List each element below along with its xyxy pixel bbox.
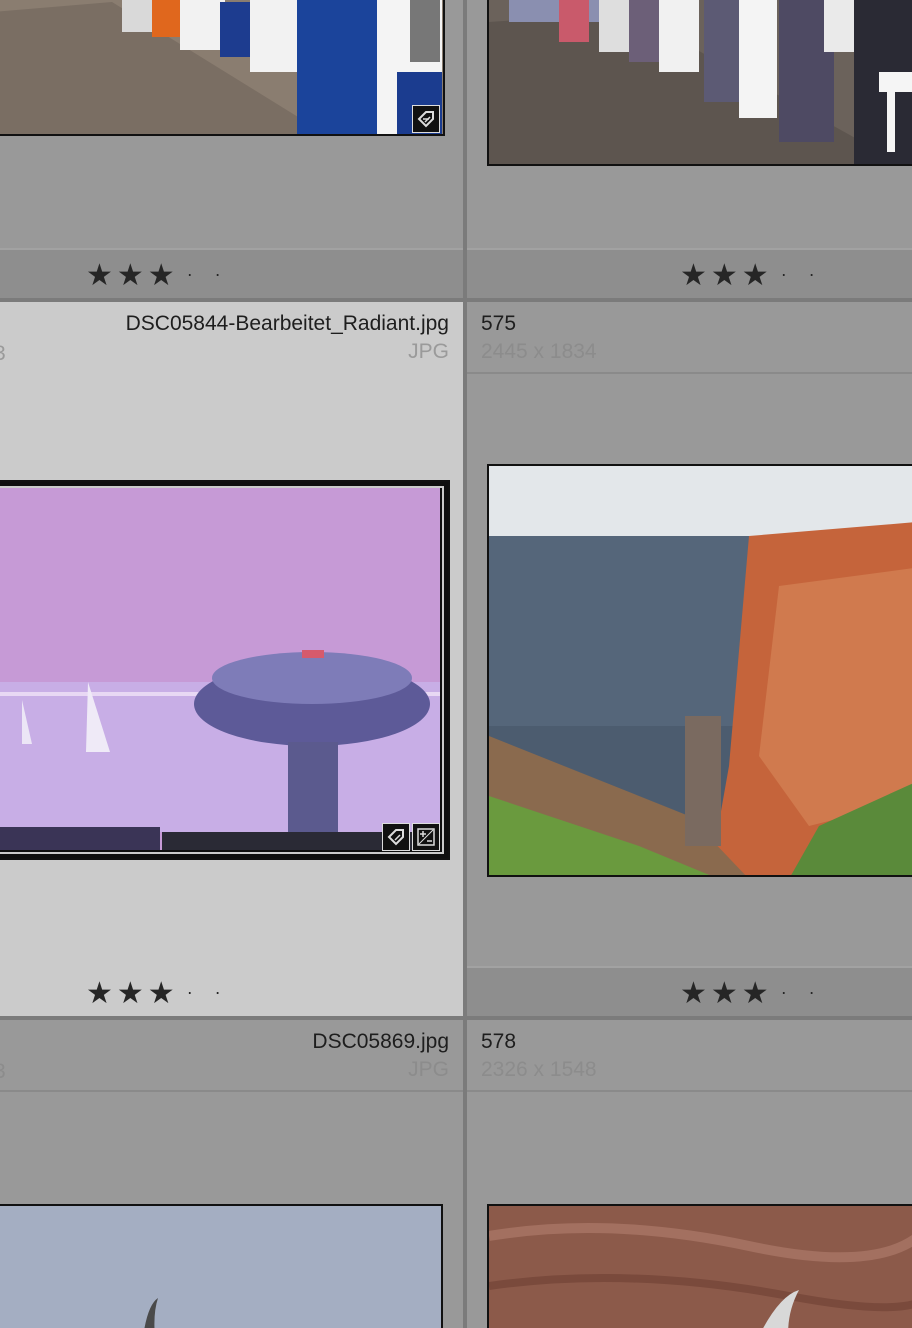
develop-adjusted-icon — [412, 823, 440, 851]
image-dimensions: 2326 x 1548 — [481, 1058, 597, 1081]
cell-index: 575 — [481, 312, 517, 335]
cell-footer: ★★★ ·· — [467, 966, 912, 1016]
star-rating[interactable]: ★★★ ·· — [86, 258, 243, 293]
star-rating[interactable]: ★★★ ·· — [680, 976, 837, 1011]
cell-footer: ★★★ ·· — [467, 248, 912, 298]
thumbnail-image[interactable] — [0, 1204, 443, 1328]
thumbnail-image[interactable] — [0, 480, 450, 860]
grid-cell-2[interactable]: ★★★ ·· — [467, 0, 912, 298]
cell-index: 578 — [481, 1030, 517, 1053]
thumbnail-image[interactable] — [487, 1204, 912, 1328]
thumbnail-image[interactable] — [487, 0, 912, 166]
header-divider — [467, 1090, 912, 1092]
file-format: JPG — [408, 1058, 449, 1081]
cell-header: 575 2445 x 1834 — [467, 302, 912, 372]
thumbnail-image[interactable] — [0, 0, 445, 136]
file-name: DSC05869.jpg — [312, 1030, 449, 1053]
grid-cell-4[interactable]: 575 2445 x 1834 ★★★ ·· — [467, 302, 912, 1016]
header-divider — [467, 372, 912, 374]
grid-cell-5[interactable]: 3 DSC05869.jpg JPG — [0, 1020, 463, 1328]
metadata-badge-icon — [412, 105, 440, 133]
metadata-badge-icon — [382, 823, 410, 851]
file-format: JPG — [408, 340, 449, 363]
cell-index-partial: 3 — [0, 342, 6, 366]
cell-header: 578 2326 x 1548 — [467, 1020, 912, 1090]
image-dimensions: 2445 x 1834 — [481, 340, 597, 363]
thumbnail-image[interactable] — [487, 464, 912, 877]
cell-footer: ★★★ ·· — [0, 248, 463, 298]
cell-footer: ★★★ ·· — [0, 968, 463, 1016]
grid-cell-1[interactable]: ★★★ ·· — [0, 0, 463, 298]
file-name: DSC05844-Bearbeitet_Radiant.jpg — [125, 312, 449, 335]
cell-header: 3 DSC05869.jpg JPG — [0, 1020, 463, 1090]
grid-cell-3-selected[interactable]: 3 DSC05844-Bearbeitet_Radiant.jpg JPG ★★… — [0, 302, 463, 1016]
header-divider — [0, 1090, 463, 1092]
star-rating[interactable]: ★★★ ·· — [680, 258, 837, 293]
cell-index-partial: 3 — [0, 1060, 6, 1084]
grid-cell-6[interactable]: 578 2326 x 1548 — [467, 1020, 912, 1328]
cell-header: 3 DSC05844-Bearbeitet_Radiant.jpg JPG — [0, 302, 463, 372]
star-rating[interactable]: ★★★ ·· — [86, 976, 243, 1011]
